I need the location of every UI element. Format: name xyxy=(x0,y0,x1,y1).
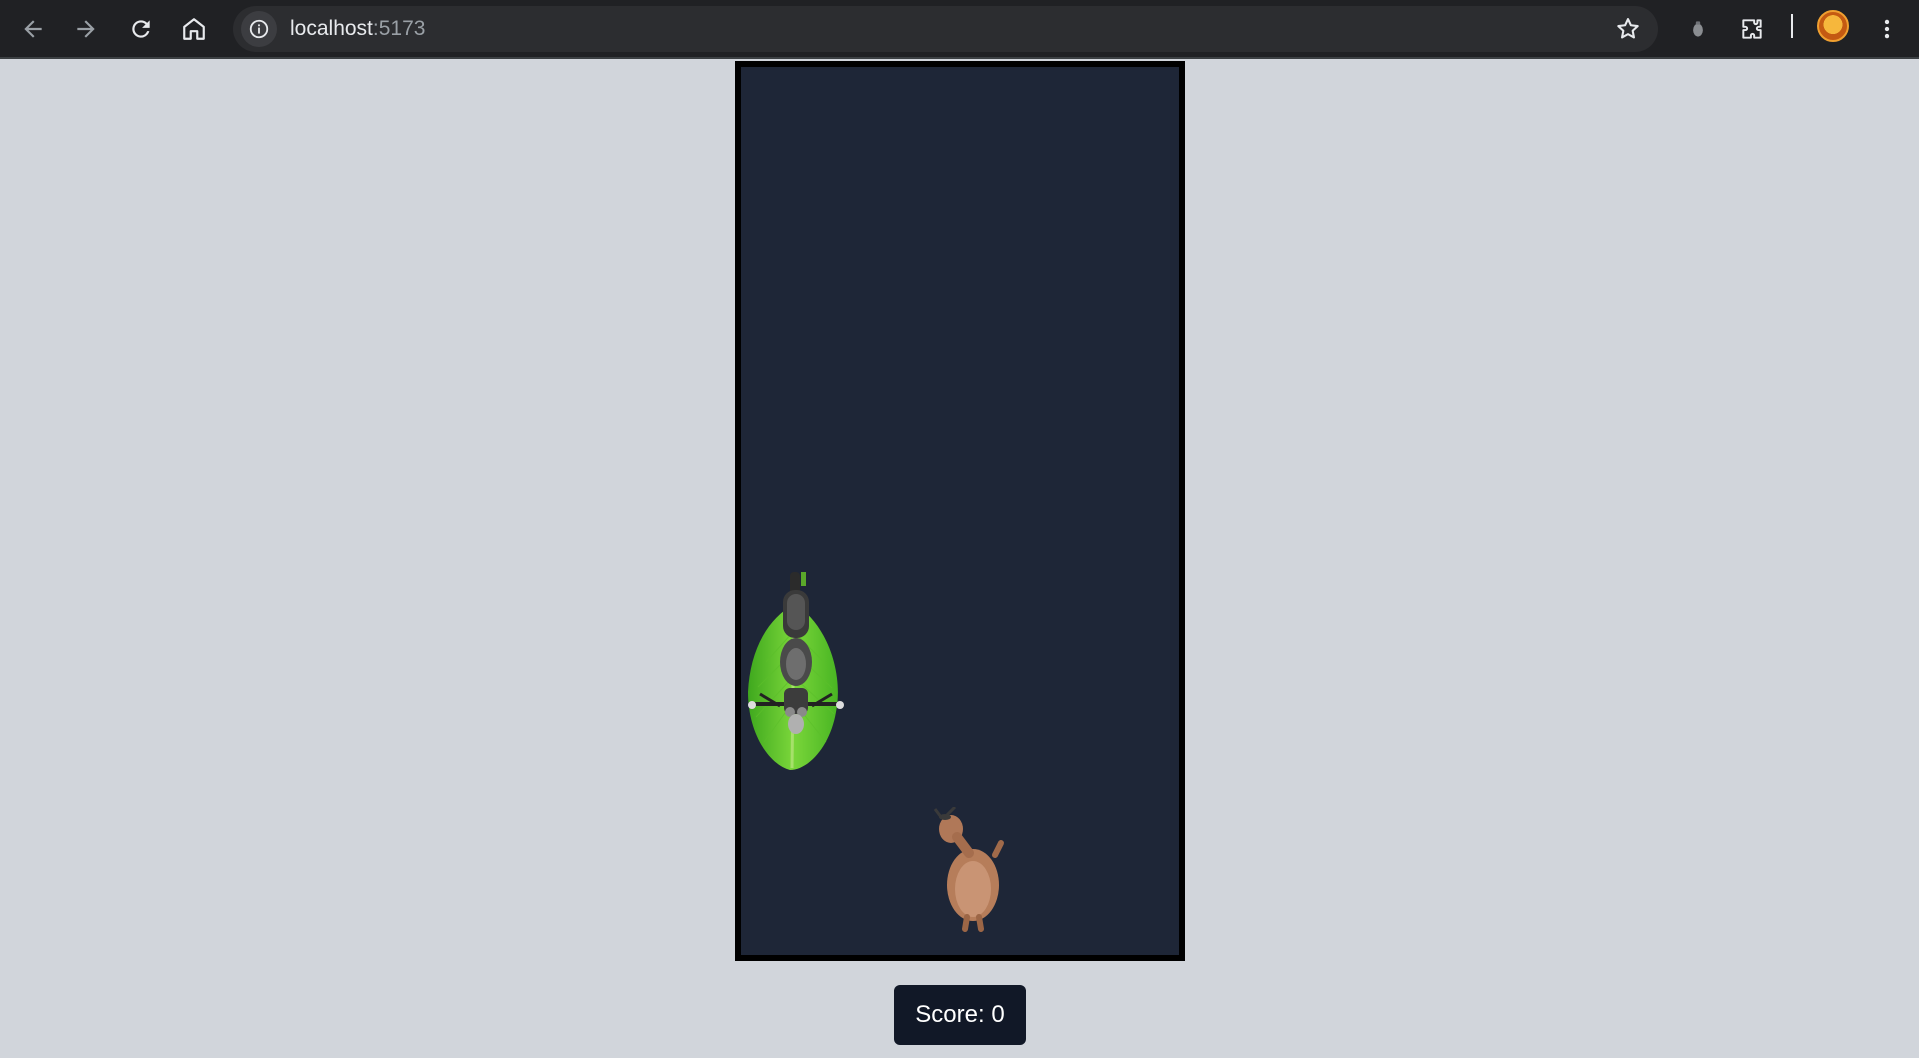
arrow-left-icon xyxy=(24,20,42,38)
browser-menu-button[interactable] xyxy=(1866,8,1908,50)
site-info-button[interactable] xyxy=(241,11,277,47)
url-port: :5173 xyxy=(372,17,426,40)
game-board[interactable] xyxy=(735,61,1185,961)
bookmark-star-icon[interactable] xyxy=(1614,15,1642,43)
address-bar[interactable]: localhost:5173 xyxy=(233,6,1658,52)
score-label: Score: 0 xyxy=(915,1001,1005,1028)
profile-avatar[interactable] xyxy=(1817,10,1849,42)
forward-button[interactable] xyxy=(65,8,107,50)
extension-bulb-icon xyxy=(1693,21,1703,37)
puzzle-icon xyxy=(1742,19,1762,39)
arrow-right-icon xyxy=(77,20,95,38)
home-button[interactable] xyxy=(173,8,215,50)
back-button[interactable] xyxy=(12,8,54,50)
url-text: localhost:5173 xyxy=(290,17,425,41)
toolbar-divider xyxy=(1791,14,1793,38)
browser-toolbar: localhost:5173 xyxy=(0,0,1919,59)
motorbike-sprite xyxy=(748,572,844,734)
reload-button[interactable] xyxy=(120,8,162,50)
home-icon xyxy=(183,18,205,40)
score-display: Score: 0 xyxy=(894,985,1026,1045)
kebab-menu-icon xyxy=(1884,19,1890,39)
url-host: localhost xyxy=(290,17,373,40)
extension-button[interactable] xyxy=(1677,8,1719,50)
reload-icon xyxy=(132,20,150,38)
goat-sprite xyxy=(933,807,1004,932)
info-icon xyxy=(249,19,269,39)
extensions-menu-button[interactable] xyxy=(1731,8,1773,50)
